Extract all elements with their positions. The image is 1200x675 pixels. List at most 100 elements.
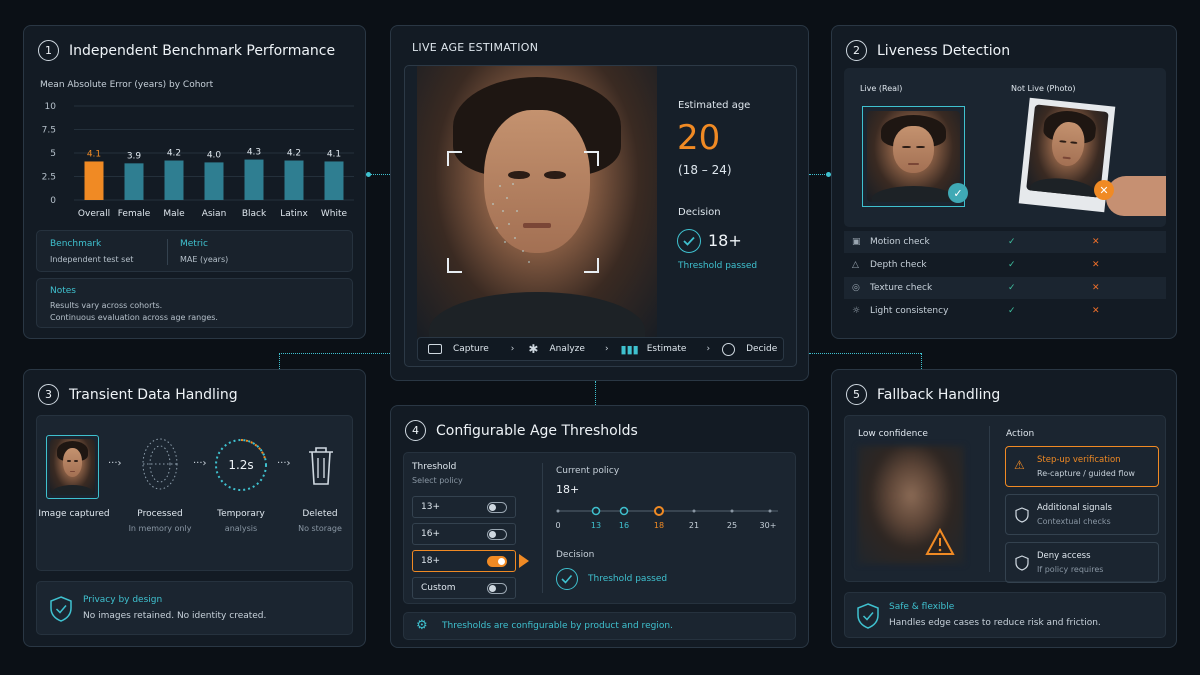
vertical-divider: [542, 463, 543, 593]
policy-option-16[interactable]: 16+: [412, 523, 516, 545]
live-estimation-panel: LIVE AGE ESTIMATION Estimated age 20 (18…: [390, 25, 809, 381]
bar-black: [244, 159, 264, 200]
bar-latinx: [284, 160, 304, 200]
category-label: Black: [242, 209, 267, 219]
vertical-divider: [989, 426, 990, 572]
scale-tick: 30+: [759, 521, 777, 530]
step-label: Deleted: [302, 509, 338, 519]
thresholds-header: 4 Configurable Age Thresholds: [405, 420, 638, 441]
action-sub: If policy requires: [1037, 565, 1104, 574]
panel-title: Transient Data Handling: [69, 386, 238, 403]
bar-overall: [84, 161, 104, 200]
step-number: 1: [38, 40, 59, 61]
step-sub: In memory only: [128, 524, 192, 533]
bar-value-label: 3.9: [127, 151, 142, 161]
threshold-footer: ⚙ Thresholds are configurable by product…: [403, 612, 796, 640]
threshold-passed-text: Threshold passed: [678, 261, 758, 271]
privacy-box: Privacy by design No images retained. No…: [36, 581, 353, 635]
privacy-text: No images retained. No identity created.: [83, 611, 267, 621]
policy-option-custom[interactable]: Custom: [412, 577, 516, 599]
fail-x-icon: ✕: [1092, 283, 1100, 293]
gear-icon: ⚙: [416, 618, 428, 633]
face-scan-frame: [447, 151, 599, 273]
flow-arrow: ···›: [277, 458, 291, 469]
live-check-badge: ✓: [948, 183, 968, 203]
bar-chart-svg: 10 7.5 5 2.5 0 4.1 Overall 3.9 Female 4.2 Male 4.0 A…: [42, 102, 354, 219]
action-step-up[interactable]: ⚠ Step-up verification Re-capture / guid…: [1005, 446, 1159, 487]
transient-header: 3 Transient Data Handling: [38, 384, 238, 405]
bar-value-label: 4.1: [327, 149, 341, 159]
y-tick-label: 10: [45, 102, 57, 112]
estimated-age-value: 20: [677, 118, 721, 158]
check-circle-icon: [722, 342, 736, 356]
toggle-switch[interactable]: [487, 501, 507, 513]
shield-check-icon: [857, 603, 879, 629]
benchmark-label: Benchmark: [50, 239, 102, 249]
bar-female: [124, 163, 144, 200]
check-row: ▣ Motion check ✓ ✕: [844, 231, 1166, 253]
timer-value: 1.2s: [228, 458, 254, 472]
action-deny-access[interactable]: Deny access If policy requires: [1005, 542, 1159, 583]
step-sub: analysis: [224, 524, 258, 533]
fail-x-icon: ✕: [1092, 237, 1100, 247]
fallback-header: 5 Fallback Handling: [846, 384, 1000, 405]
liveness-visual: Live (Real) Not Live (Photo) ✓ ✕: [844, 68, 1166, 227]
toggle-switch-on[interactable]: [487, 555, 507, 567]
safe-box: Safe & flexible Handles edge cases to re…: [844, 592, 1166, 638]
decision-check-icon: [677, 229, 701, 253]
flow-arrow: ···›: [108, 458, 122, 469]
notes-line: Continuous evaluation across age ranges.: [50, 313, 218, 322]
scale-tick: 25: [726, 521, 738, 530]
notes-label: Notes: [50, 286, 76, 296]
y-tick-label: 7.5: [42, 126, 56, 136]
bar-value-label: 4.3: [247, 148, 261, 158]
trash-icon: [309, 447, 333, 485]
policy-option-13[interactable]: 13+: [412, 496, 516, 518]
current-policy-value: 18+: [556, 483, 580, 496]
step-number: 2: [846, 40, 867, 61]
texture-icon: ◎: [852, 283, 860, 293]
benchmark-info-box: Benchmark Independent test set Metric MA…: [36, 230, 353, 272]
shield-icon: [1015, 507, 1029, 523]
toggle-switch[interactable]: [487, 582, 507, 594]
age-scale-slider[interactable]: [552, 501, 792, 521]
option-label: 13+: [421, 502, 440, 512]
safe-title: Safe & flexible: [889, 602, 955, 612]
option-label: 16+: [421, 529, 440, 539]
check-label: Motion check: [870, 237, 930, 247]
fallback-panel: 5 Fallback Handling Low confidence Actio…: [831, 369, 1177, 648]
category-label: Asian: [202, 209, 227, 219]
bar-value-label: 4.1: [87, 149, 101, 159]
bar-value-label: 4.2: [167, 149, 181, 159]
action-sub: Contextual checks: [1037, 517, 1111, 526]
check-row: ☼ Light consistency ✓ ✕: [844, 300, 1166, 322]
scale-tick: 18: [653, 521, 665, 530]
panel-title: Liveness Detection: [877, 42, 1011, 59]
select-policy-label: Select policy: [412, 476, 463, 485]
estimated-age-label: Estimated age: [678, 100, 751, 111]
benchmark-header: 1 Independent Benchmark Performance: [38, 40, 335, 61]
connector-dot: [366, 172, 371, 177]
privacy-title: Privacy by design: [83, 595, 163, 605]
action-title: Step-up verification: [1037, 455, 1121, 465]
pipeline-steps: Capture › ✱ Analyze › ▮▮▮ Estimate › Dec…: [417, 337, 784, 361]
scale-tick: 0: [555, 521, 561, 530]
connector-live-5: [809, 353, 921, 354]
chevron-right-icon: ›: [604, 344, 609, 354]
option-label: Custom: [421, 583, 456, 593]
category-label: Male: [163, 209, 185, 219]
toggle-switch[interactable]: [487, 528, 507, 540]
policy-option-18[interactable]: 18+: [412, 550, 516, 572]
shield-check-icon: [50, 596, 72, 622]
action-additional-signals[interactable]: Additional signals Contextual checks: [1005, 494, 1159, 535]
decision-check-icon: [556, 568, 578, 590]
action-sub: Re-capture / guided flow: [1037, 469, 1135, 478]
chart-icon: ▮▮▮: [620, 342, 639, 356]
captured-thumb-frame: [46, 435, 99, 499]
panel-title: Fallback Handling: [877, 386, 1001, 403]
benchmark-value: Independent test set: [50, 255, 134, 264]
connector-5-vertical: [921, 353, 922, 369]
current-policy-label: Current policy: [556, 466, 620, 476]
info-divider: [167, 239, 168, 265]
scale-tick: 16: [618, 521, 630, 530]
